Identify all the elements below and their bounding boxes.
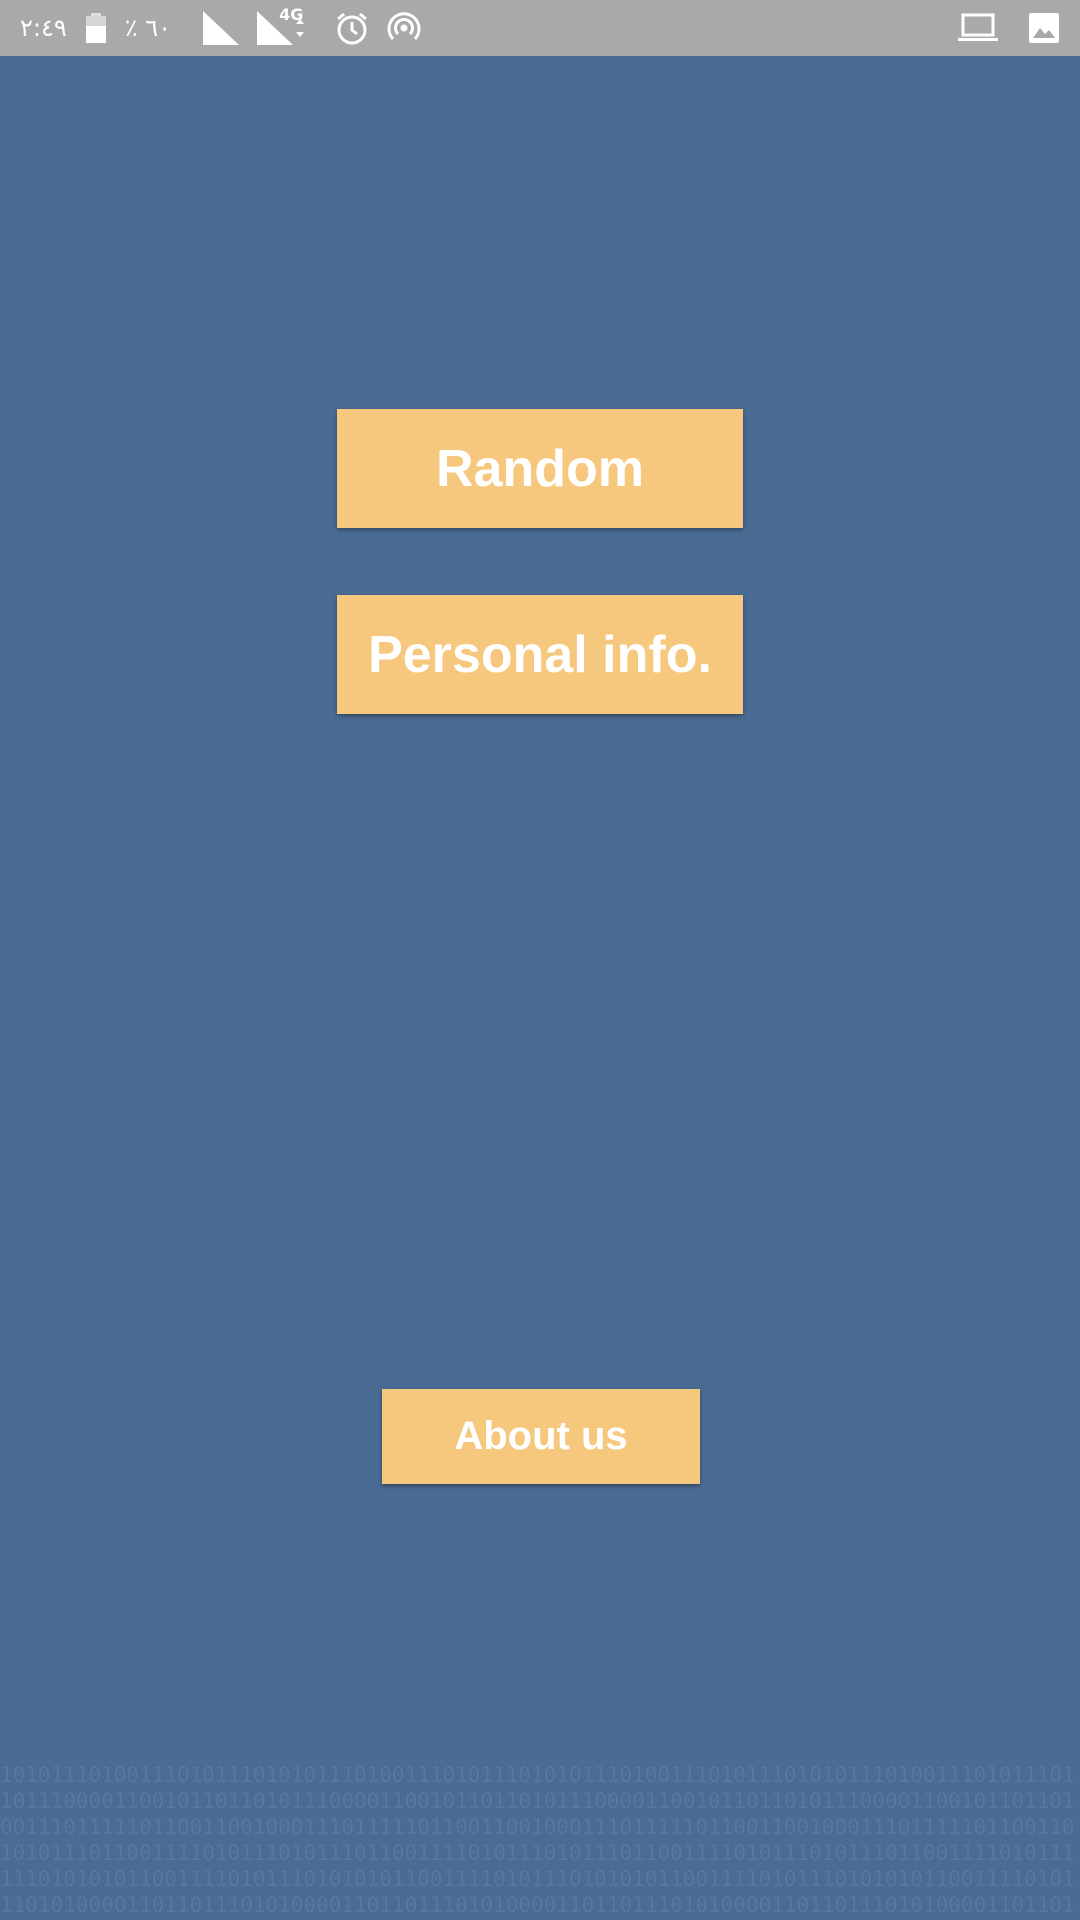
status-bar: ٢:٤٩ ٪ ٦٠ 4G — [0, 0, 1080, 56]
alarm-icon — [335, 11, 369, 45]
binary-pattern-background: 1010111010011101011101010111010011101011… — [0, 1762, 1080, 1920]
hotspot-icon — [387, 11, 421, 45]
image-icon — [1028, 12, 1060, 44]
laptop-icon — [958, 12, 998, 44]
binary-row: 1010111010011101011101010111010011101011… — [0, 1763, 1075, 1787]
binary-row: 1011100001100101101101011100001100101101… — [0, 1789, 1075, 1813]
binary-row: 1010111011001111010111010111011001111010… — [0, 1841, 1075, 1865]
binary-row: 1101010000110110111010100001101101110101… — [0, 1893, 1075, 1917]
about-us-button[interactable]: About us — [382, 1389, 700, 1484]
clock: ٢:٤٩ — [20, 14, 67, 42]
signal-icon — [203, 11, 240, 45]
battery-icon — [85, 12, 107, 44]
random-button[interactable]: Random — [337, 409, 743, 528]
binary-row: 1110101010110011110101110101010110011110… — [0, 1867, 1075, 1891]
personal-info-button[interactable]: Personal info. — [337, 595, 743, 714]
binary-row: 0011101111101100110010001110111110110011… — [0, 1815, 1075, 1839]
battery-percent: ٪ ٦٠ — [124, 14, 172, 42]
signal-4g-icon: 4G — [257, 5, 305, 45]
